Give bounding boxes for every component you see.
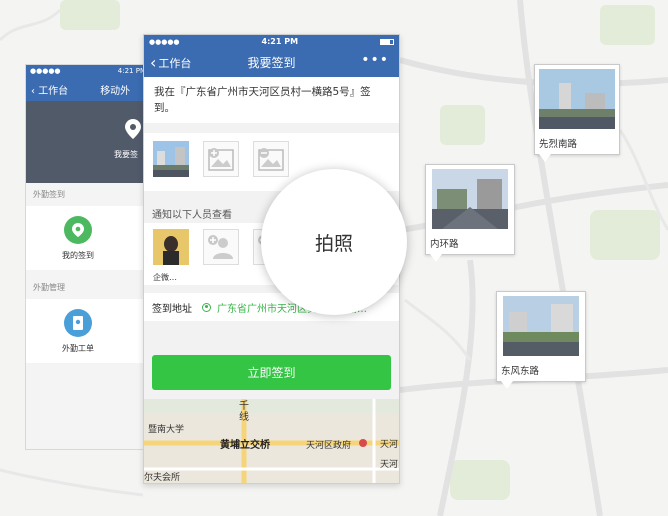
status-bar: ●●●●● 4:21 PM	[144, 35, 399, 48]
back-label: 工作台	[158, 56, 192, 70]
add-person-button[interactable]	[203, 229, 239, 265]
battery-icon	[380, 38, 394, 45]
status-time: 4:21 PM	[117, 67, 146, 75]
status-bar: ●●●●● 4:21 PM	[26, 65, 150, 77]
checkin-message[interactable]: 我在『广东省广州市天河区员村一横路5号』签到。	[144, 77, 399, 123]
street-photo-image	[432, 169, 508, 229]
street-photo-caption: 东风东路	[501, 366, 540, 377]
my-checkin-item[interactable]: 我的签到	[26, 206, 150, 270]
more-icon[interactable]: •••	[361, 52, 389, 68]
street-photo-callout[interactable]: 东风东路	[496, 291, 586, 389]
back-phone-screen: ●●●●● 4:21 PM ‹ 工作台 移动外 我要签 外勤签到 我的签到 外勤…	[25, 64, 151, 450]
signal-indicator: ●●●●●	[30, 67, 61, 75]
location-target-icon	[202, 302, 211, 312]
my-checkin-label: 我的签到	[62, 251, 94, 260]
add-photo-button[interactable]	[203, 141, 239, 177]
location-pin-icon	[125, 119, 141, 139]
street-photo-icon	[153, 141, 189, 177]
field-order-label: 外勤工单	[62, 344, 94, 353]
nav-bar: ‹ 工作台 移动外	[26, 77, 150, 101]
map-label: 天河	[380, 440, 399, 450]
add-person-icon	[208, 235, 233, 259]
checkin-submit-button[interactable]: 立即签到	[152, 355, 391, 390]
person-item[interactable]: 企微…	[153, 229, 189, 282]
remove-photo-button[interactable]	[253, 141, 289, 177]
map-label: 暨南大学	[148, 425, 185, 435]
street-photo-caption: 内环路	[430, 239, 459, 250]
person-name: 企微…	[153, 273, 177, 282]
avatar	[153, 229, 189, 265]
status-time: 4:21 PM	[261, 37, 299, 46]
section-title-checkin: 外勤签到	[33, 190, 65, 199]
nav-title: 移动外	[100, 85, 131, 97]
remove-image-icon	[258, 148, 284, 171]
street-photo-image	[503, 296, 579, 356]
add-image-icon	[208, 148, 234, 171]
field-order-item[interactable]: 外勤工单	[26, 299, 150, 363]
street-photo-callout[interactable]: 内环路	[425, 164, 515, 262]
section-title-manage: 外勤管理	[33, 283, 65, 292]
signal-indicator: ●●●●●	[149, 37, 180, 46]
chevron-left-icon: ‹	[150, 53, 157, 72]
nav-bar: ‹ 工作台 我要签到 •••	[144, 48, 399, 77]
address-label: 签到地址	[152, 303, 192, 315]
street-photo-image	[539, 69, 615, 129]
map-label: 天河	[380, 460, 399, 470]
map-label: 黄埔立交桥	[220, 440, 270, 451]
take-photo-label: 拍照	[314, 232, 353, 255]
street-photo-callout[interactable]: 先烈南路	[534, 64, 620, 162]
back-label: 工作台	[38, 85, 69, 97]
map-label: 千线	[239, 401, 249, 423]
map-label: 尔夫会所	[144, 473, 181, 483]
back-button[interactable]: ‹ 工作台	[31, 82, 68, 97]
checkin-hero[interactable]: 我要签	[26, 101, 150, 183]
map-label: 天河区政府	[306, 441, 352, 451]
work-order-icon	[64, 309, 92, 337]
person-pin-icon	[64, 216, 92, 244]
location-map[interactable]: 千线 暨南大学 黄埔立交桥 天河区政府 天河 尔夫会所 天河	[144, 399, 399, 483]
take-photo-magnifier[interactable]: 拍照	[261, 169, 407, 315]
hero-label: 我要签	[114, 150, 138, 159]
street-photo-caption: 先烈南路	[539, 139, 578, 150]
back-button[interactable]: ‹ 工作台	[150, 53, 191, 72]
photo-thumbnail[interactable]	[153, 141, 189, 177]
